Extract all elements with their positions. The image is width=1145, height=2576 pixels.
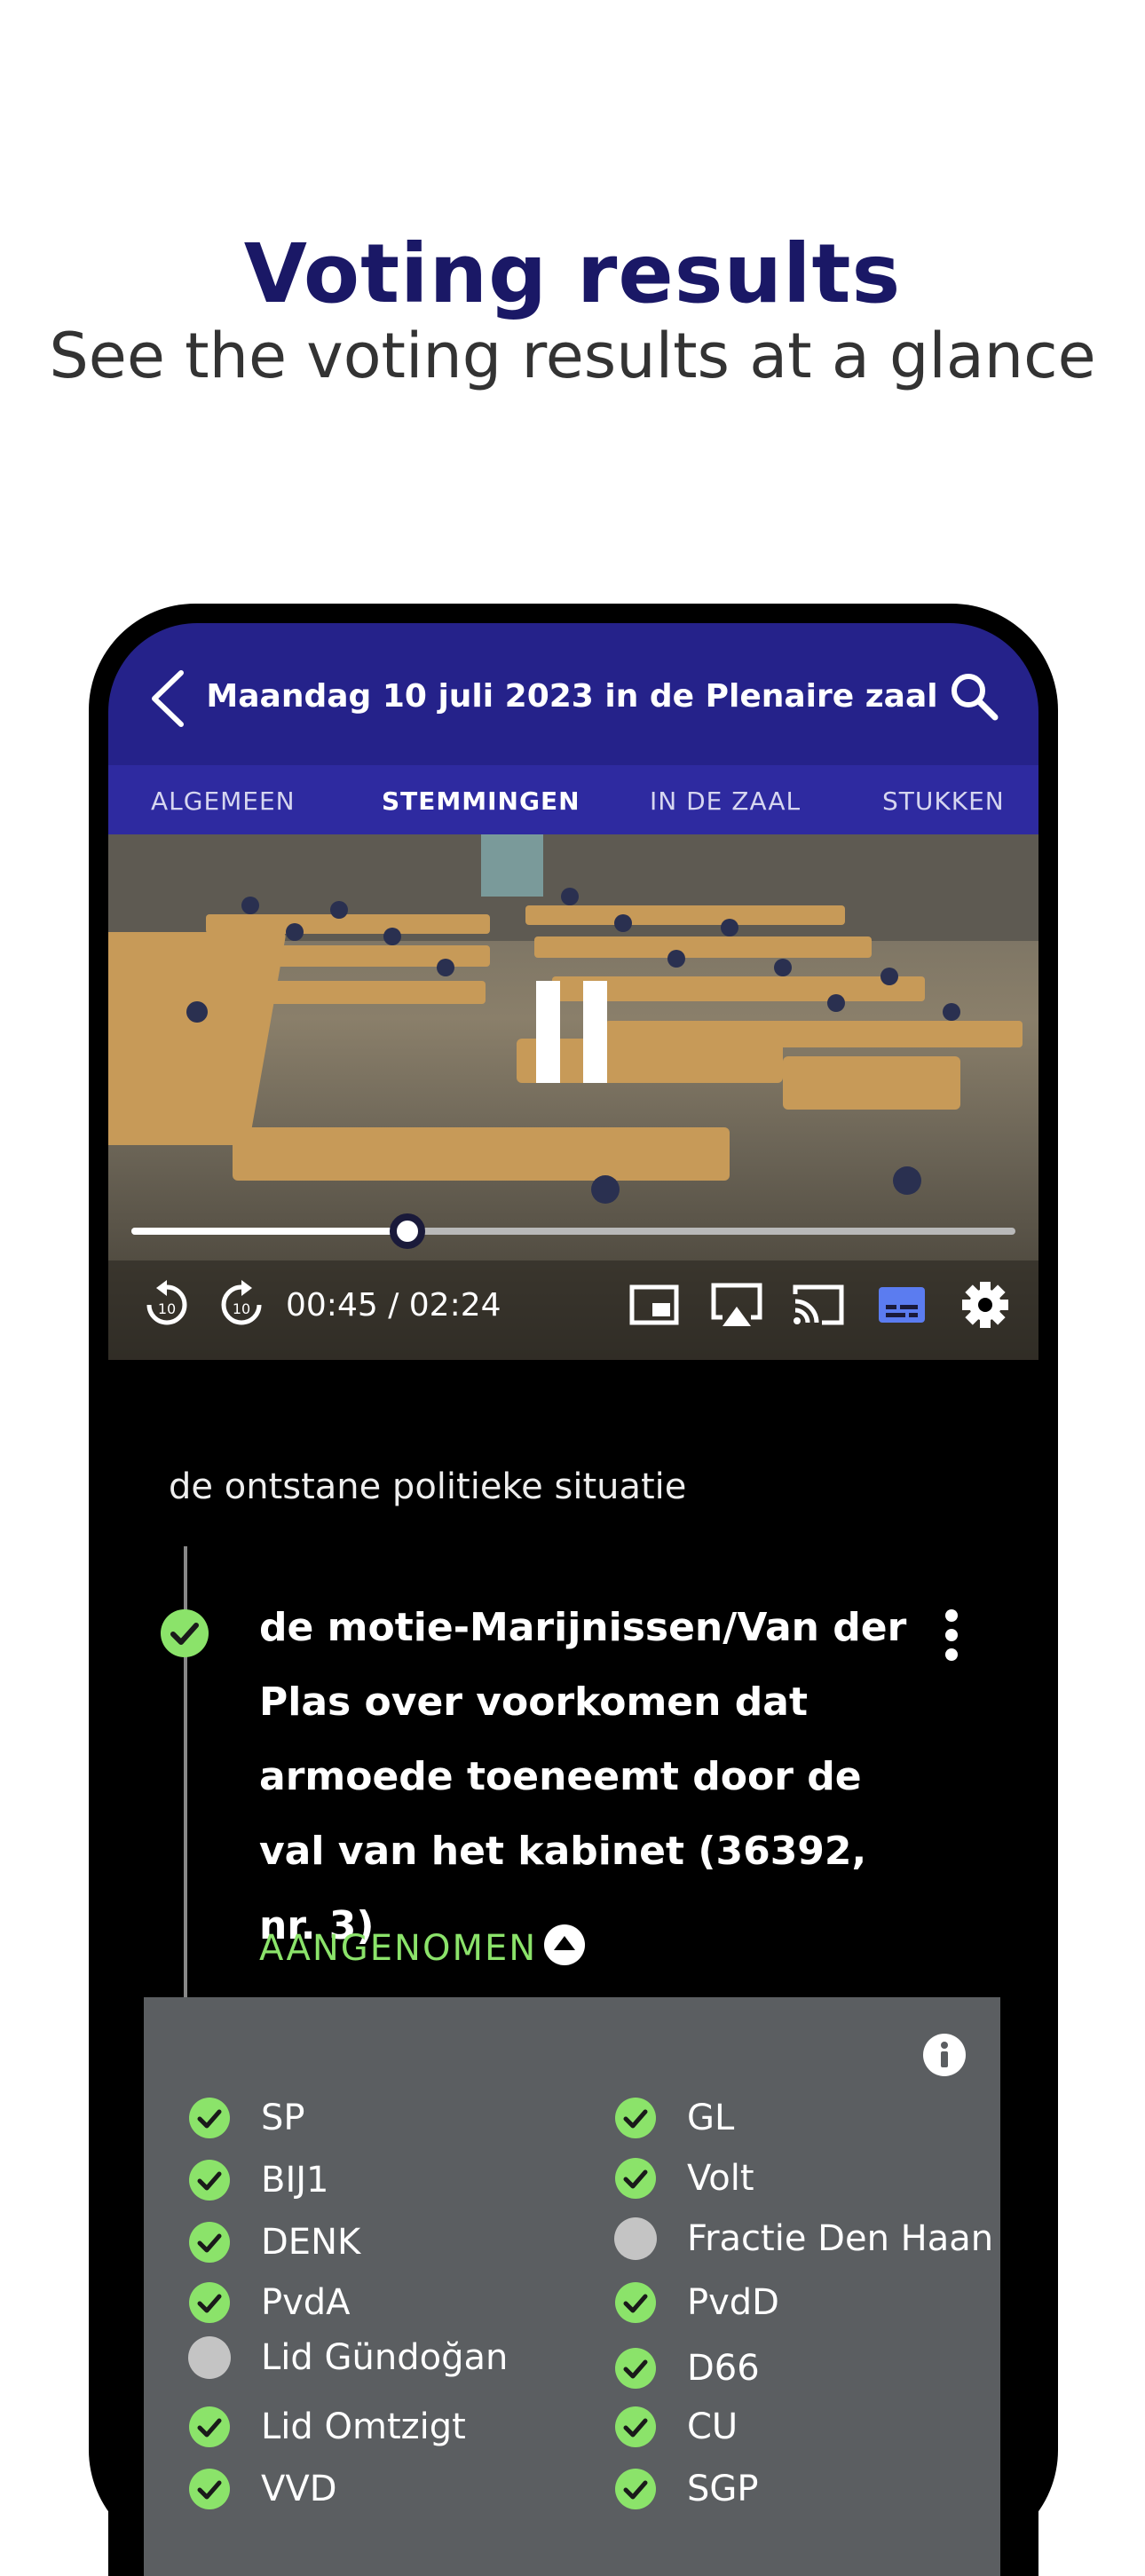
cast-icon[interactable] (792, 1278, 845, 1331)
check-circle-icon (614, 2097, 657, 2139)
check-circle-icon (188, 2281, 231, 2324)
chevron-left-icon[interactable] (144, 668, 197, 730)
progress-handle[interactable] (389, 1213, 425, 1249)
airplay-icon[interactable] (710, 1278, 763, 1331)
promo-subtitle: See the voting results at a glance (49, 320, 1096, 392)
party-name: PvdA (261, 2282, 351, 2323)
party-name: Lid Gündoğan (261, 2337, 509, 2378)
svg-text:10: 10 (233, 1300, 250, 1317)
party-vote-row: GL (614, 2097, 734, 2139)
tab-in-de-zaal[interactable]: IN DE ZAAL (650, 786, 801, 816)
party-vote-row: Fractie Den Haan (614, 2217, 993, 2260)
progress-bar[interactable] (131, 1213, 1015, 1249)
time-readout: 00:45 / 02:24 (286, 1287, 501, 1324)
picture-in-picture-icon[interactable] (628, 1278, 681, 1331)
check-circle-icon (188, 2221, 231, 2264)
more-vertical-icon[interactable] (934, 1608, 969, 1662)
party-name: VVD (261, 2469, 337, 2509)
pause-icon[interactable] (536, 981, 607, 1083)
settings-icon[interactable] (959, 1278, 1012, 1331)
app-screen: Maandag 10 juli 2023 in de Plenaire zaal… (108, 623, 1038, 2576)
party-vote-row: SGP (614, 2468, 759, 2510)
check-circle-icon (188, 2468, 231, 2510)
party-vote-row: VVD (188, 2468, 337, 2510)
party-vote-row: CU (614, 2406, 738, 2448)
grey-dot-icon (188, 2336, 231, 2379)
motion-title[interactable]: de motie-Marijnissen/Van der Plas over v… (259, 1591, 934, 1964)
party-vote-row: BIJ1 (188, 2159, 328, 2201)
party-vote-row: Lid Gündoğan (188, 2336, 508, 2379)
party-vote-row: SP (188, 2097, 305, 2139)
forward-10-icon[interactable]: 10 (215, 1278, 268, 1331)
tab-bar: ALGEMEEN STEMMINGEN IN DE ZAAL STUKKEN (108, 765, 1038, 834)
party-name: BIJ1 (261, 2160, 329, 2201)
tab-stukken[interactable]: STUKKEN (882, 786, 1005, 816)
check-circle-icon (188, 2406, 231, 2448)
tab-algemeen[interactable]: ALGEMEEN (151, 786, 296, 816)
check-circle-icon (614, 2281, 657, 2324)
check-circle-icon (614, 2157, 657, 2200)
subtitles-icon[interactable] (875, 1278, 928, 1331)
check-circle-icon (614, 2468, 657, 2510)
svg-text:10: 10 (158, 1300, 176, 1317)
check-circle-icon (188, 2097, 231, 2139)
progress-fill (131, 1228, 407, 1235)
grey-dot-icon (614, 2217, 657, 2260)
header-title: Maandag 10 juli 2023 in de Plenaire zaal (206, 678, 938, 715)
party-vote-row: Volt (614, 2157, 754, 2200)
party-vote-row: D66 (614, 2347, 760, 2390)
check-circle-icon (614, 2406, 657, 2448)
check-circle-icon (188, 2159, 231, 2201)
replay-10-icon[interactable]: 10 (140, 1278, 193, 1331)
tab-stemmingen[interactable]: STEMMINGEN (382, 786, 580, 816)
party-name: PvdD (687, 2282, 779, 2323)
check-circle-icon (614, 2347, 657, 2390)
party-vote-row: PvdA (188, 2281, 351, 2324)
phone-frame: Maandag 10 juli 2023 in de Plenaire zaal… (89, 604, 1058, 2576)
party-name: DENK (261, 2222, 361, 2263)
party-vote-row: DENK (188, 2221, 360, 2264)
party-name: Lid Omtzigt (261, 2406, 466, 2447)
party-vote-row: Lid Omtzigt (188, 2406, 466, 2448)
info-icon[interactable] (922, 2033, 967, 2077)
party-name: GL (687, 2098, 735, 2138)
party-name: Fractie Den Haan (687, 2218, 994, 2259)
check-circle-icon (160, 1608, 209, 1658)
app-header: Maandag 10 juli 2023 in de Plenaire zaal (108, 623, 1038, 765)
party-name: Volt (687, 2158, 754, 2199)
result-status: AANGENOMEN (259, 1928, 538, 1969)
video-player[interactable]: 10 10 00:45 / 02:24 (108, 834, 1038, 1360)
party-name: D66 (687, 2348, 760, 2389)
party-name: SP (261, 2098, 305, 2138)
agenda-section-title: de ontstane politieke situatie (169, 1466, 687, 1507)
party-name: CU (687, 2406, 738, 2447)
search-icon[interactable] (947, 669, 1000, 723)
party-name: SGP (687, 2469, 759, 2509)
party-vote-row: PvdD (614, 2281, 779, 2324)
promo-title: Voting results (243, 226, 902, 321)
chevron-up-circle-icon[interactable] (543, 1924, 586, 1966)
vote-breakdown-panel: SP BIJ1 DENK PvdA Lid Gündoğan Lid Omtzigt VVD… (144, 1997, 1000, 2576)
